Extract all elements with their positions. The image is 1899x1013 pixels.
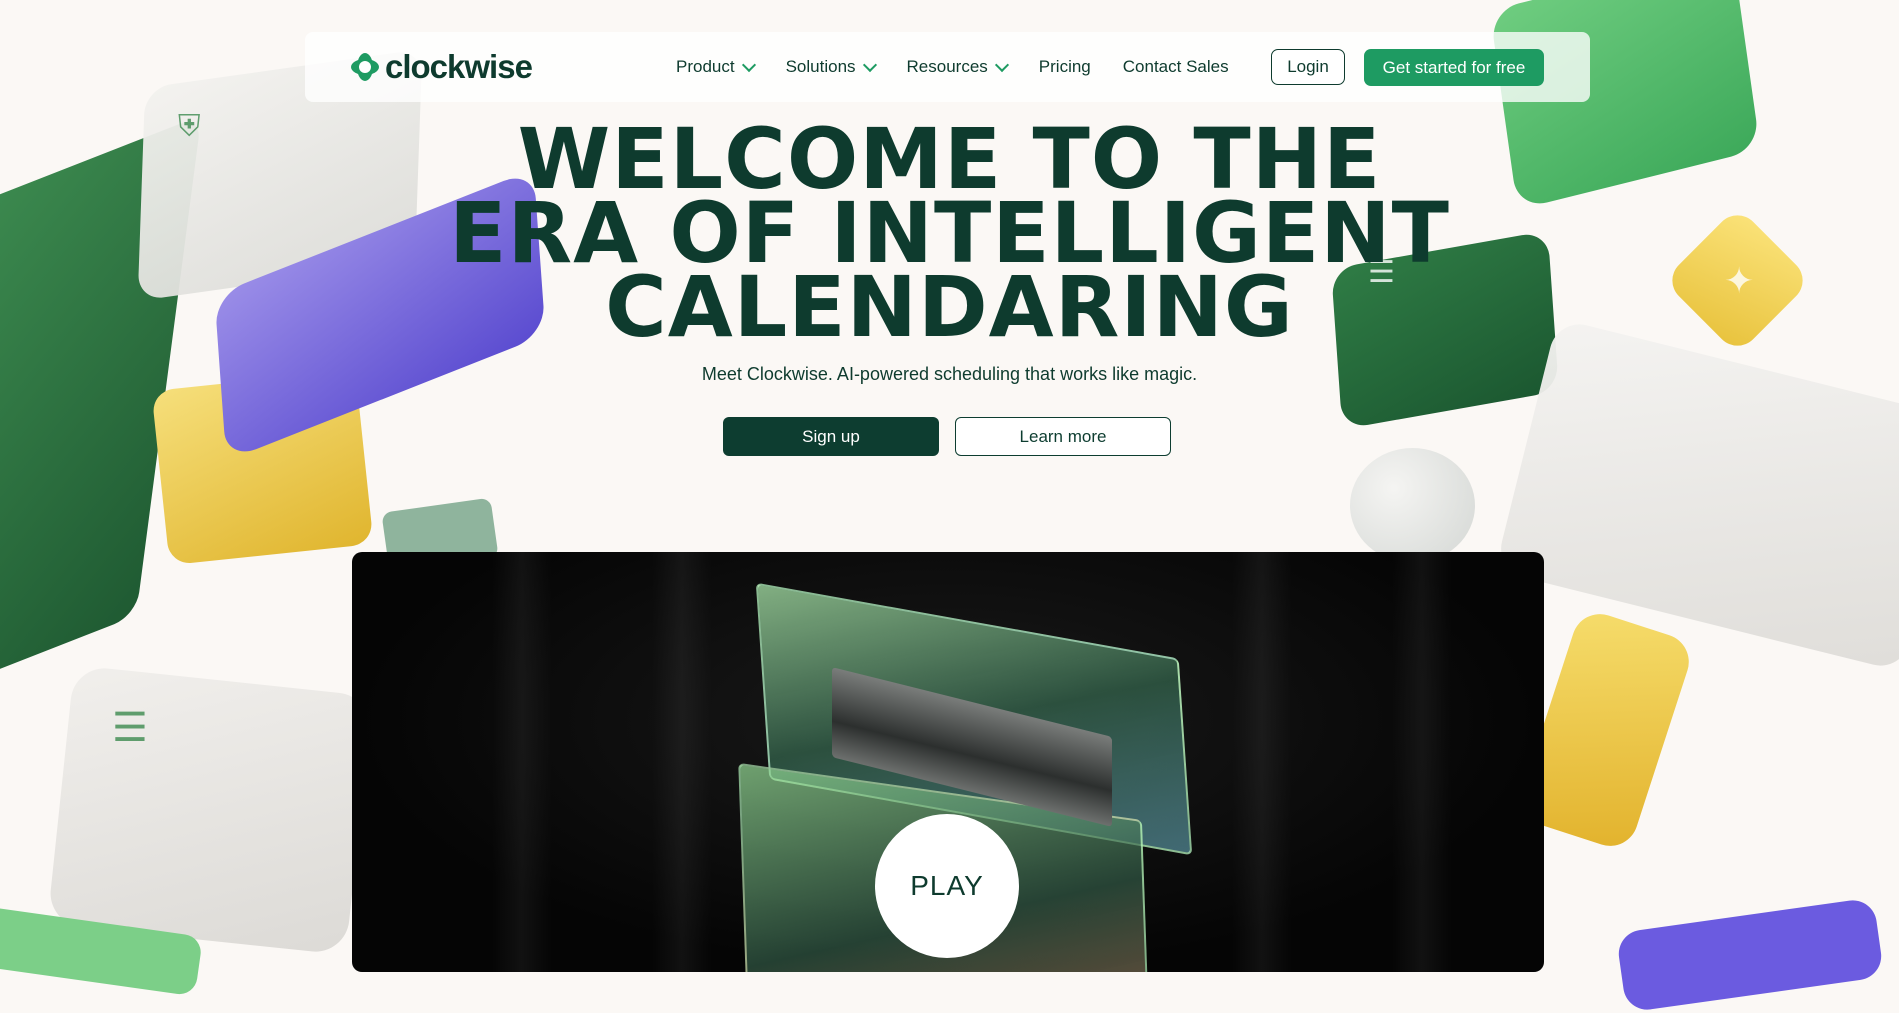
burger-icon: ☰ bbox=[112, 706, 148, 750]
nav-item-label: Pricing bbox=[1038, 57, 1091, 76]
hero-subtitle: Meet Clockwise. AI-powered scheduling th… bbox=[701, 364, 1198, 384]
video-curtain-fold bbox=[1232, 552, 1292, 972]
login-button[interactable]: Login bbox=[1271, 49, 1345, 85]
sign-up-button[interactable]: Sign up bbox=[723, 417, 939, 456]
clockwise-logo-icon bbox=[349, 51, 381, 83]
decorative-white-tile-bottom bbox=[47, 665, 373, 955]
get-started-button[interactable]: Get started for free bbox=[1364, 49, 1544, 86]
top-navigation: clockwise Product Solutions Resources Pr… bbox=[305, 32, 1590, 102]
chevron-down-icon bbox=[994, 57, 1009, 72]
nav-item-label: Contact Sales bbox=[1122, 57, 1229, 76]
video-curtain-fold bbox=[492, 552, 552, 972]
nav-item-contact-sales[interactable]: Contact Sales bbox=[1123, 57, 1229, 77]
logo-wordmark: clockwise bbox=[385, 48, 533, 85]
video-curtain-fold bbox=[652, 552, 712, 972]
nav-item-label: Product bbox=[676, 57, 735, 76]
nav-item-resources[interactable]: Resources bbox=[906, 57, 1009, 77]
nav-item-pricing[interactable]: Pricing bbox=[1039, 57, 1091, 77]
nav-item-product[interactable]: Product bbox=[676, 57, 756, 77]
decorative-glass-bubble bbox=[1350, 448, 1475, 563]
learn-more-button[interactable]: Learn more bbox=[955, 417, 1171, 456]
hero-title-line: CALENDARING bbox=[605, 258, 1294, 356]
video-curtain-fold bbox=[1392, 552, 1452, 972]
hero-video[interactable]: PLAY bbox=[352, 552, 1544, 972]
nav-item-label: Solutions bbox=[785, 57, 856, 76]
decorative-purple-tile-bottom bbox=[1615, 897, 1885, 1013]
nav-menu: Product Solutions Resources Pricing Cont… bbox=[676, 32, 1261, 102]
play-button[interactable]: PLAY bbox=[875, 814, 1019, 958]
nav-item-solutions[interactable]: Solutions bbox=[785, 57, 877, 77]
chevron-down-icon bbox=[741, 57, 756, 72]
chevron-down-icon bbox=[862, 57, 877, 72]
nav-item-label: Resources bbox=[906, 57, 988, 76]
hero-title: WELCOME TO THE ERA OF INTELLIGENT CALEND… bbox=[0, 117, 1899, 356]
clockwise-logo[interactable]: clockwise bbox=[349, 48, 533, 86]
